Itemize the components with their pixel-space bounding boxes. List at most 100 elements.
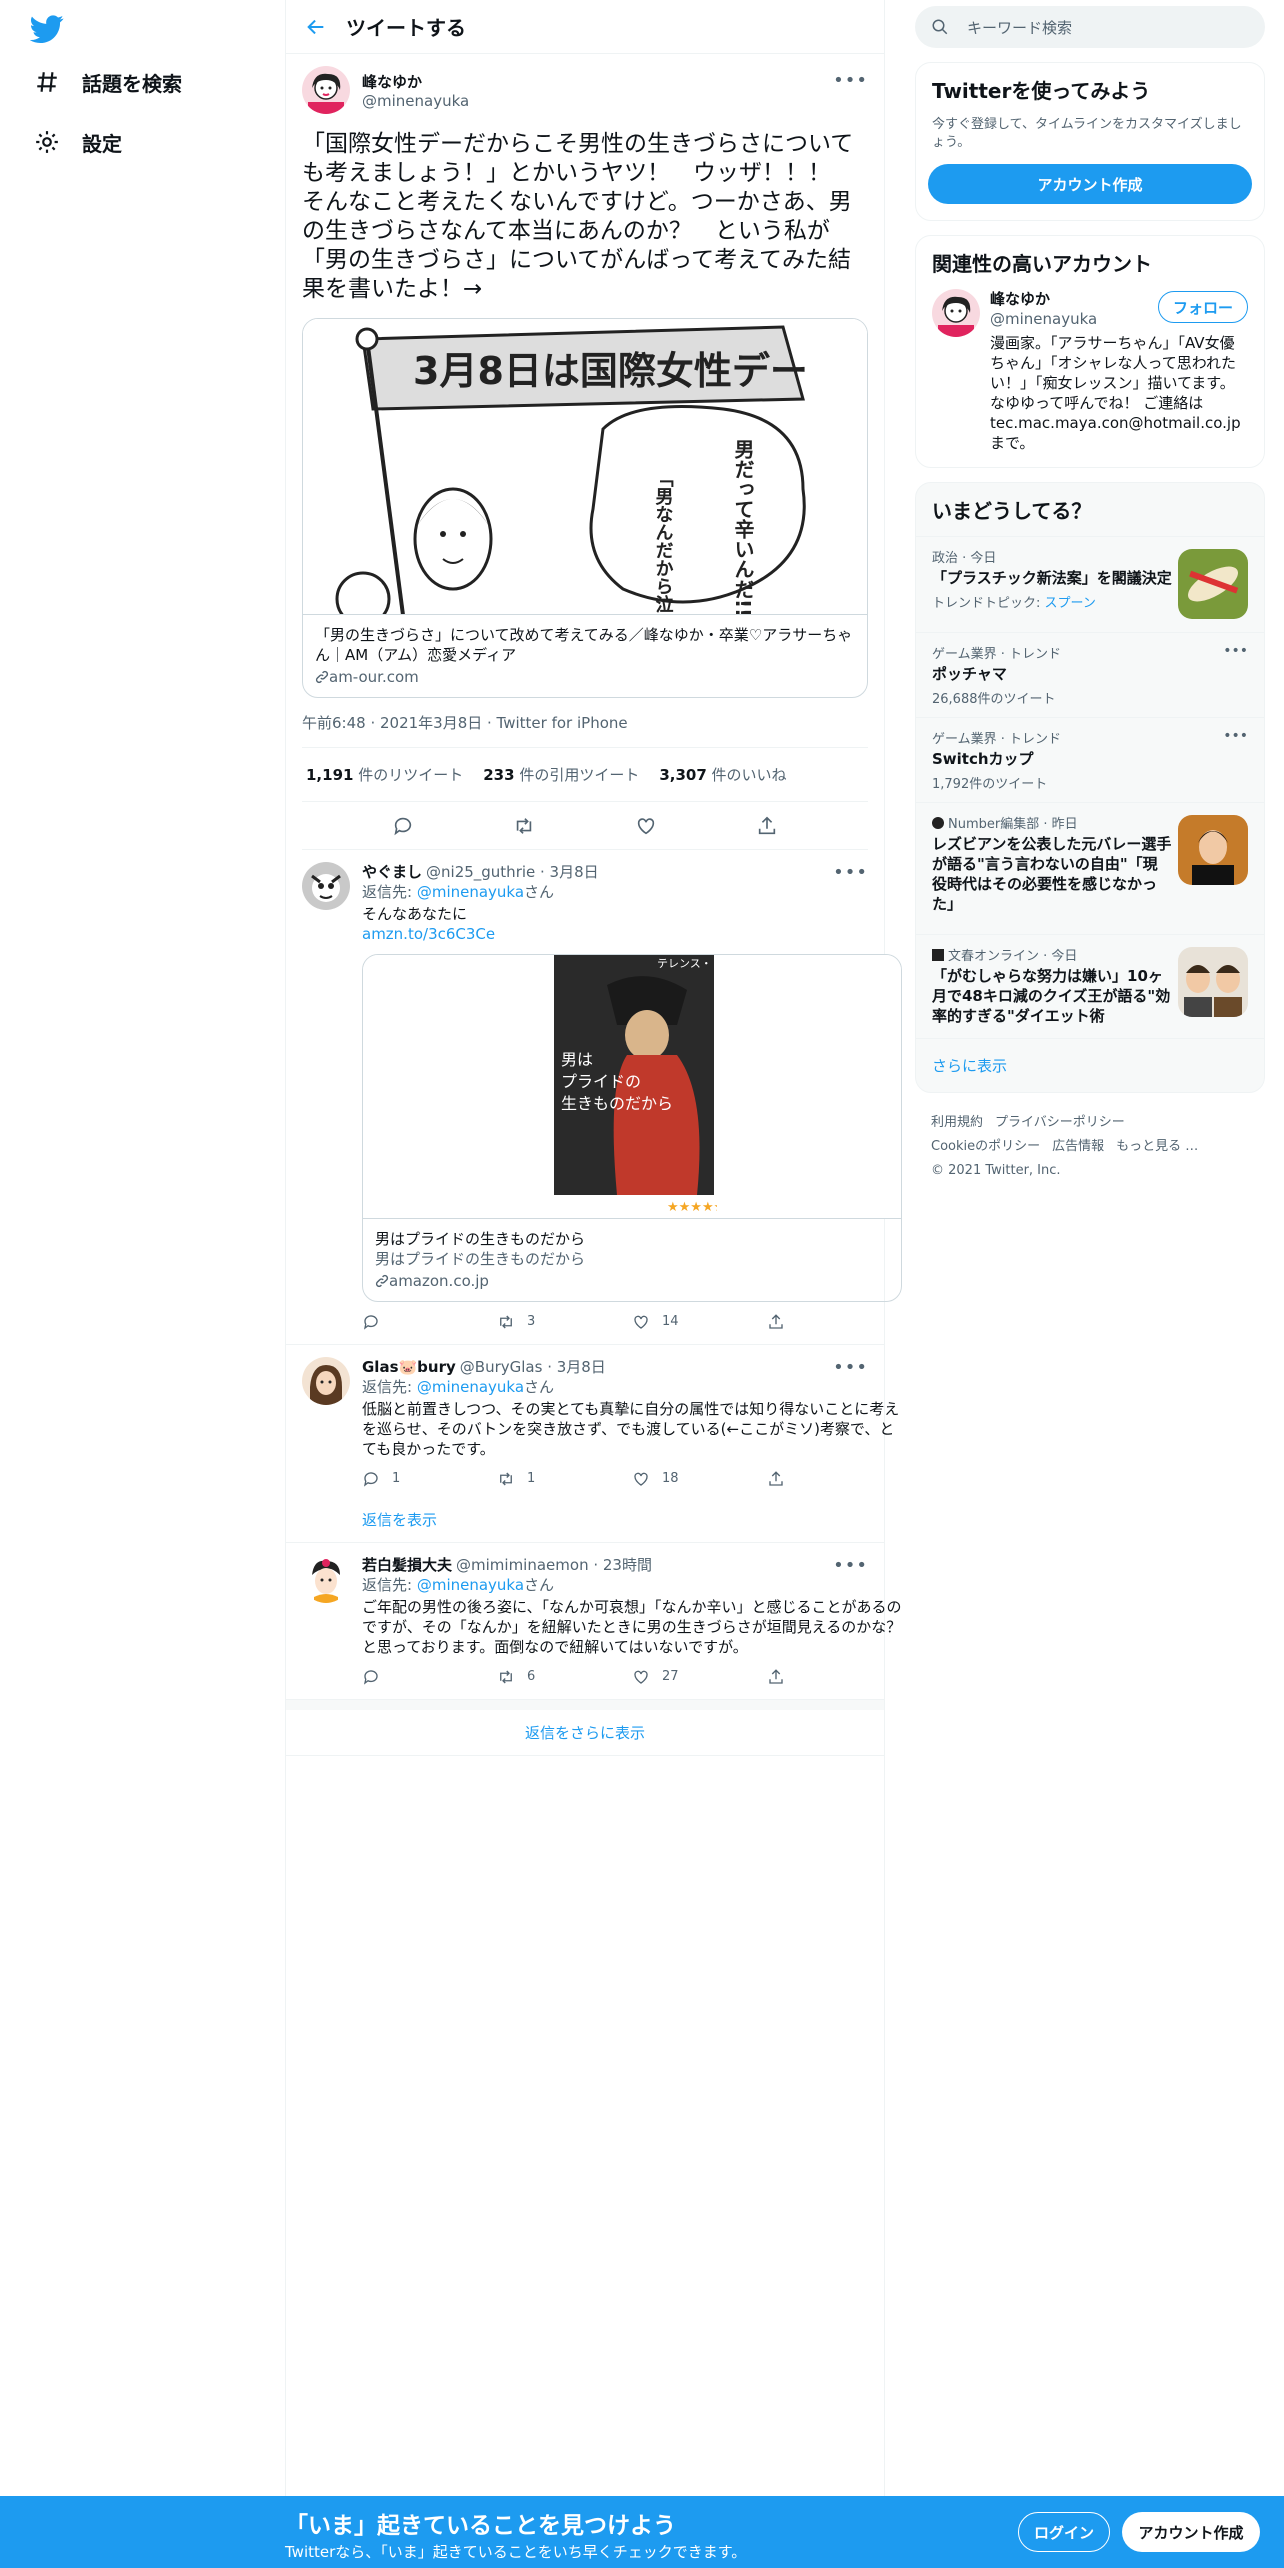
center-column: ツイートする 峰なゆか @minenayuka ••• 「国際女性デーだからこそ… (285, 0, 902, 2568)
more-icon[interactable]: ••• (833, 1357, 868, 1378)
more-icon[interactable]: ••• (1223, 643, 1248, 659)
card-domain: amazon.co.jp (389, 1272, 489, 1290)
author-handle[interactable]: @minenayuka (362, 92, 469, 110)
follow-button[interactable]: フォロー (1158, 291, 1248, 323)
trend-name: 「プラスチック新法案」を閣議決定 (932, 569, 1172, 587)
card-title: 「男の生きづらさ」について改めて考えてみる／峰なゆか・卒業♡アラサーちゃん｜AM… (315, 626, 853, 664)
avatar[interactable] (302, 862, 350, 910)
author-name[interactable]: 峰なゆか (362, 71, 469, 92)
reply-author-name[interactable]: 若白髪損大夫 (362, 1555, 452, 1575)
trend-item[interactable]: ゲーム業界 · トレンド Switchカップ 1,792件のツイート ••• (916, 717, 1264, 802)
trend-item[interactable]: 政治 · 今日 「プラスチック新法案」を閣議決定 トレンドトピック: スプーン (916, 536, 1264, 632)
footer-ads[interactable]: 広告情報 (1052, 1139, 1104, 1154)
trends-show-more[interactable]: さらに表示 (916, 1038, 1264, 1092)
relevant-title: 関連性の高いアカウント (932, 252, 1152, 276)
reply-to-line: 返信先: @minenayukaさん (362, 1378, 555, 1396)
retweet-button[interactable]: 3 (497, 1312, 632, 1332)
footer-more[interactable]: もっと見る … (1116, 1139, 1198, 1154)
trend-count: 1,792件のツイート (932, 777, 1048, 792)
footer-cookie[interactable]: Cookieのポリシー (931, 1139, 1040, 1154)
account-item[interactable]: 峰なゆか @minenayuka 漫画家。「アラサーちゃん」「AV女優ちゃん」「… (916, 289, 1264, 467)
tweet-timestamp[interactable]: 午前6:48 · 2021年3月8日 · Twitter for iPhone (302, 698, 868, 748)
relevant-accounts-panel: 関連性の高いアカウント 峰なゆか @minenayuka 漫画家。「アラサーちゃ… (915, 235, 1265, 468)
reply-tweet[interactable]: Glas🐷bury @BuryGlas · 3月8日 返信先: @minenayu… (286, 1345, 899, 1501)
quotes-stat[interactable]: 233 件の引用ツイート (483, 764, 639, 785)
more-icon[interactable]: ••• (833, 862, 868, 883)
retweets-stat[interactable]: 1,191 件のリツイート (306, 764, 463, 785)
retweet-icon[interactable] (513, 815, 535, 837)
reply-handle-time[interactable]: @BuryGlas · 3月8日 (460, 1357, 606, 1377)
show-more-replies[interactable]: 返信をさらに表示 (286, 1700, 884, 1756)
reply-text: 低脳と前置きしつつ、その実とても真摯に自分の属性では知り得ないことに考えを巡らせ… (362, 1400, 900, 1458)
trend-count: 26,688件のツイート (932, 692, 1056, 707)
create-account-button[interactable]: アカウント作成 (928, 164, 1252, 204)
login-button[interactable]: ログイン (1018, 2512, 1110, 2552)
share-icon (769, 1669, 783, 1684)
signup-title: Twitterを使ってみよう (932, 79, 1151, 103)
signup-button[interactable]: アカウント作成 (1122, 2512, 1260, 2552)
reply-button[interactable]: 1 (362, 1469, 497, 1489)
trend-item[interactable]: Number編集部 · 昨日 レズビアンを公表した元バレー選手が語る"言う言わな… (916, 802, 1264, 934)
likes-stat[interactable]: 3,307 件のいいね (659, 764, 786, 785)
reply-author-name[interactable]: やぐまし (362, 862, 422, 882)
twitter-logo-icon[interactable] (30, 12, 64, 46)
footer-privacy[interactable]: プライバシーポリシー (995, 1115, 1125, 1130)
share-button[interactable] (767, 1312, 902, 1332)
reply-tweet[interactable]: 若白髪損大夫 @mimiminaemon · 23時間 返信先: @minenay… (286, 1543, 902, 1700)
card-image: 3月8日は国際女性デー 男だって辛いんだ!! 「男なんだから泣くな」って言われる… (303, 319, 867, 615)
reply-to-handle[interactable]: @minenayuka (417, 1378, 524, 1396)
card-bubble-text-2: 「男なんだから泣くな」って言われる!! (653, 469, 674, 615)
share-icon (769, 1471, 783, 1486)
nav-settings[interactable]: 設定 (34, 122, 122, 162)
reply-handle-time[interactable]: @mimiminaemon · 23時間 (456, 1555, 652, 1575)
nav-explore[interactable]: 話題を検索 (34, 62, 182, 102)
trend-name: レズビアンを公表した元バレー選手が語る"言う言わないの自由"「現役時代はその必要… (932, 835, 1172, 913)
avatar[interactable] (932, 289, 980, 337)
reply-to-handle[interactable]: @minenayuka (417, 1576, 524, 1594)
share-button[interactable] (767, 1469, 902, 1489)
search-input[interactable]: キーワード検索 (967, 17, 1072, 38)
like-button[interactable]: 18 (632, 1469, 767, 1489)
trend-topic-link[interactable]: スプーン (1045, 596, 1096, 611)
card-subtitle: 男はプライドの生きものだから (375, 1250, 586, 1268)
link-card[interactable]: 3月8日は国際女性デー 男だって辛いんだ!! 「男なんだから泣くな」って言われる… (302, 318, 868, 698)
share-button[interactable] (767, 1667, 902, 1687)
trend-name: 「がむしゃらな努力は嫌い」10ヶ月で48キロ減のクイズ王が語る"効率的すぎる"ダ… (932, 967, 1171, 1025)
avatar[interactable] (302, 66, 350, 114)
like-icon[interactable] (635, 815, 657, 837)
reply-link[interactable]: amzn.to/3c6C3Ce (362, 924, 902, 944)
avatar[interactable] (302, 1357, 350, 1405)
publisher-logo-icon (932, 949, 944, 961)
like-icon (634, 1315, 648, 1329)
trend-item[interactable]: ゲーム業界 · トレンド ポッチャマ 26,688件のツイート ••• (916, 632, 1264, 717)
more-icon[interactable]: ••• (833, 1555, 868, 1576)
like-button[interactable]: 27 (632, 1667, 767, 1687)
reply-button[interactable] (362, 1312, 497, 1332)
nav-settings-label: 設定 (82, 131, 122, 156)
show-replies-link[interactable]: 返信を表示 (286, 1501, 884, 1543)
footer-terms[interactable]: 利用規約 (931, 1115, 983, 1130)
reply-author-name[interactable]: Glas🐷bury (362, 1357, 456, 1377)
search-bar[interactable]: キーワード検索 (915, 6, 1265, 48)
share-icon[interactable] (756, 815, 778, 837)
gear-icon (36, 131, 58, 153)
more-icon[interactable]: ••• (1223, 728, 1248, 744)
reply-icon[interactable] (392, 815, 414, 837)
like-button[interactable]: 14 (632, 1312, 767, 1332)
reply-actions: 1 1 18 (362, 1469, 902, 1489)
retweet-button[interactable]: 6 (497, 1667, 632, 1687)
reply-button[interactable] (362, 1667, 497, 1687)
reply-to-handle[interactable]: @minenayuka (417, 883, 524, 901)
trend-item[interactable]: 文春オンライン · 今日 「がむしゃらな努力は嫌い」10ヶ月で48キロ減のクイズ… (916, 934, 1264, 1038)
tweet-text: 「国際女性デーだからこそ男性の生きづらさについても考えましょう！」とかいうヤツ！… (302, 131, 854, 302)
avatar[interactable] (302, 1555, 350, 1603)
more-icon[interactable]: ••• (833, 70, 868, 91)
rating-stars: ★★★★★ (667, 1200, 717, 1215)
back-button[interactable] (286, 16, 346, 38)
publisher-logo-icon (932, 817, 944, 829)
link-card[interactable]: テレンス・リアル 男はプライドの生きものだから ★★★★★ 男はプライドの生きも… (362, 954, 902, 1302)
retweet-button[interactable]: 1 (497, 1469, 632, 1489)
reply-tweet[interactable]: やぐまし @ni25_guthrie · 3月8日 返信先: @minenayuk… (286, 850, 902, 1345)
trend-name: Switchカップ (932, 750, 1034, 768)
reply-handle-time[interactable]: @ni25_guthrie · 3月8日 (426, 862, 599, 882)
